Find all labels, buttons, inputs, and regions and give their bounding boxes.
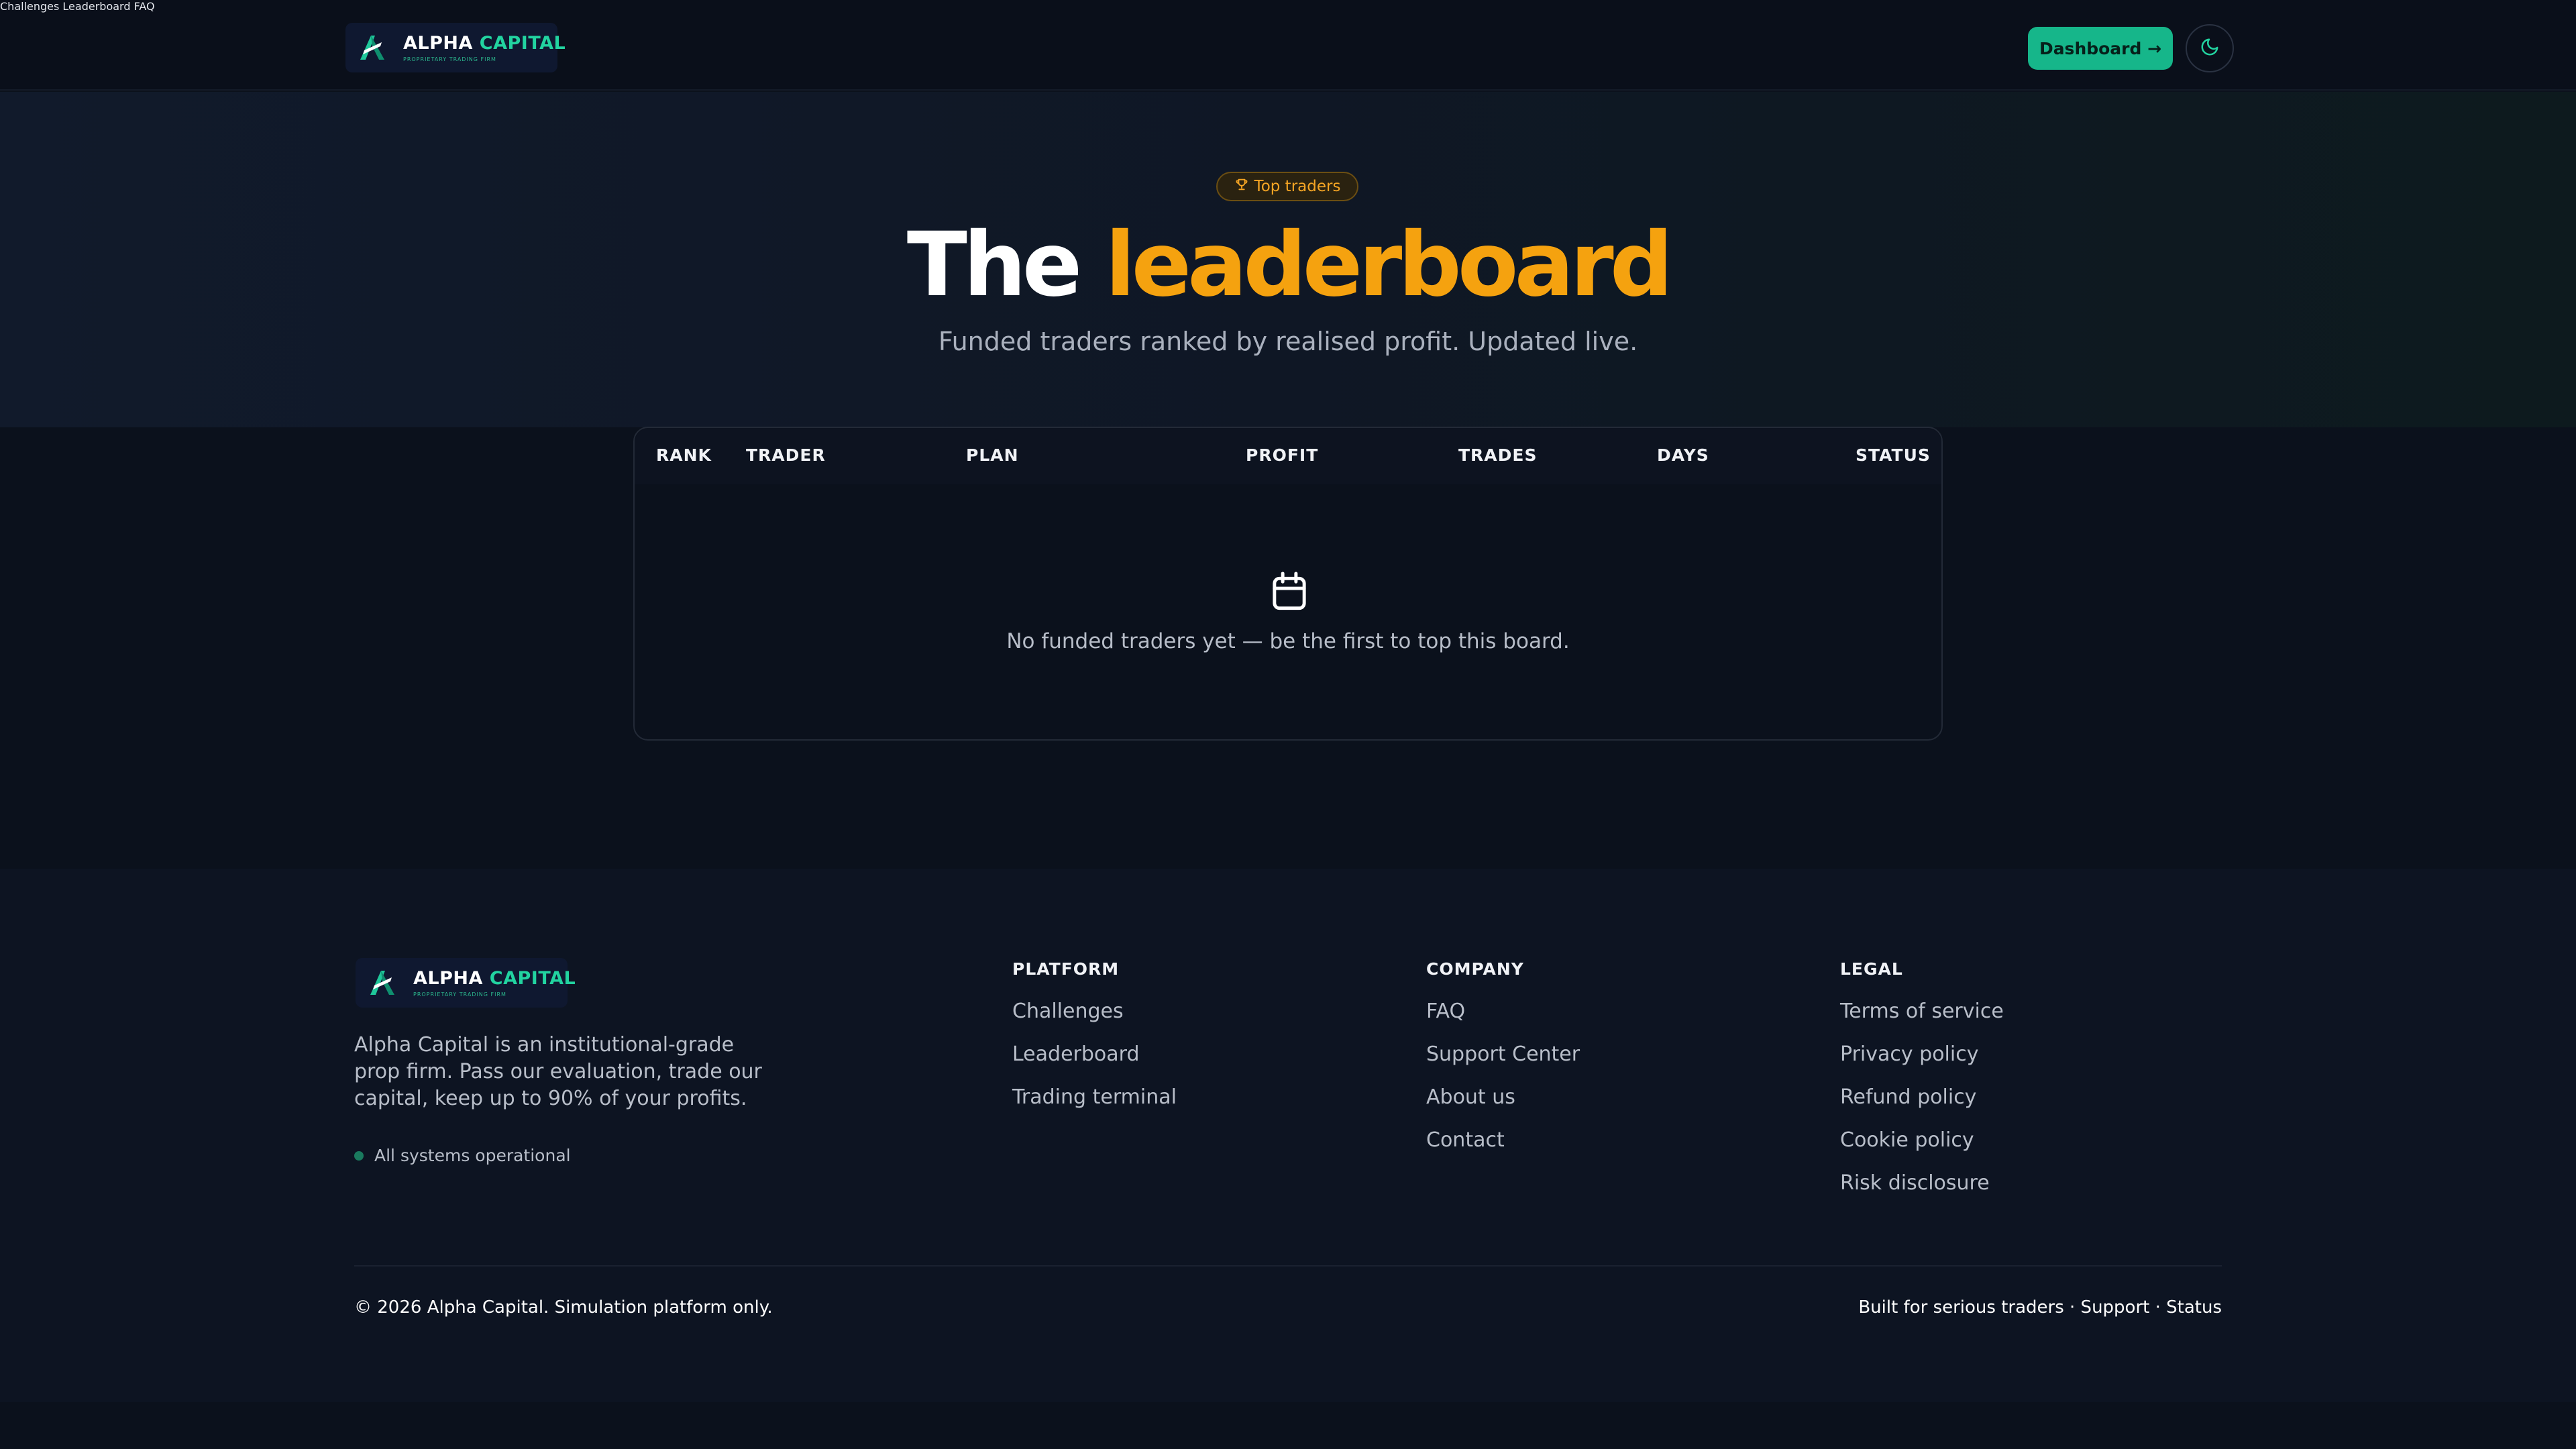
footer-description: Alpha Capital is an institutional-grade … <box>354 1033 762 1110</box>
nav-faq[interactable]: FAQ <box>134 0 155 13</box>
footer-heading-legal: LEGAL <box>1840 959 1903 979</box>
moon-icon <box>2200 37 2220 60</box>
column-header-rank[interactable]: RANK <box>656 445 712 465</box>
page-bottom-strip <box>0 1402 2576 1449</box>
nav-challenges[interactable]: Challenges <box>0 0 59 13</box>
footer-link-challenges[interactable]: Challenges <box>1012 1000 1124 1023</box>
main-nav: Challenges Leaderboard FAQ <box>0 0 2576 13</box>
dashboard-button[interactable]: Dashboard → <box>2028 27 2173 70</box>
nav-leaderboard[interactable]: Leaderboard <box>62 0 130 13</box>
page-title: The leaderboard <box>0 213 2576 317</box>
title-word-the: The <box>906 213 1083 317</box>
brand-name-first: ALPHA <box>403 33 473 54</box>
empty-state-message: No funded traders yet — be the first to … <box>1006 629 1570 653</box>
footer-heading-platform: PLATFORM <box>1012 959 1120 979</box>
page-subtitle: Funded traders ranked by realised profit… <box>938 327 1638 356</box>
footer-link-trading-terminal[interactable]: Trading terminal <box>1012 1085 1177 1109</box>
footer-link-risk-disclosure[interactable]: Risk disclosure <box>1840 1171 1990 1195</box>
column-header-days[interactable]: DAYS <box>1657 445 1709 465</box>
brand-tagline: PROPRIETARY TRADING FIRM <box>403 56 496 62</box>
top-traders-badge: Top traders <box>1216 172 1358 201</box>
copyright-text: © 2026 Alpha Capital. Simulation platfor… <box>354 1297 773 1318</box>
alpha-logo-icon <box>361 961 404 1004</box>
column-header-profit[interactable]: PROFIT <box>1246 445 1318 465</box>
footer-link-privacy[interactable]: Privacy policy <box>1840 1042 1978 1066</box>
brand-tagline: PROPRIETARY TRADING FIRM <box>413 991 506 998</box>
leaderboard-table: RANK TRADER PLAN PROFIT TRADES DAYS STAT… <box>633 427 1943 741</box>
footer-link-support-center[interactable]: Support Center <box>1426 1042 1580 1066</box>
footer-link-about-us[interactable]: About us <box>1426 1085 1515 1109</box>
theme-toggle-button[interactable] <box>2186 24 2234 72</box>
system-status[interactable]: All systems operational <box>354 1146 571 1165</box>
calendar-icon <box>1269 570 1309 613</box>
footer-link-leaderboard[interactable]: Leaderboard <box>1012 1042 1140 1066</box>
badge-label: Top traders <box>1254 178 1341 195</box>
footer-bottom-links[interactable]: Built for serious traders · Support · St… <box>1858 1297 2222 1318</box>
footer-link-refund[interactable]: Refund policy <box>1840 1085 1976 1109</box>
brand-logo[interactable]: ALPHA CAPITAL PROPRIETARY TRADING FIRM <box>345 23 566 72</box>
brand-name-first: ALPHA <box>413 968 483 989</box>
status-dot-icon <box>354 1150 364 1161</box>
footer-brand-logo[interactable]: ALPHA CAPITAL PROPRIETARY TRADING FIRM <box>356 958 576 1008</box>
footer-link-cookie[interactable]: Cookie policy <box>1840 1128 1974 1152</box>
footer-link-contact[interactable]: Contact <box>1426 1128 1505 1152</box>
table-header: RANK TRADER PLAN PROFIT TRADES DAYS STAT… <box>635 428 1941 484</box>
column-header-trades[interactable]: TRADES <box>1458 445 1538 465</box>
column-header-trader[interactable]: TRADER <box>746 445 826 465</box>
footer-heading-company: COMPANY <box>1426 959 1524 979</box>
status-label: All systems operational <box>374 1146 571 1165</box>
column-header-status[interactable]: STATUS <box>1856 445 1931 465</box>
brand-name-second: CAPITAL <box>489 968 576 989</box>
brand-name-second: CAPITAL <box>479 33 566 54</box>
site-header: ALPHA CAPITAL PROPRIETARY TRADING FIRM C… <box>0 0 2576 91</box>
column-header-plan[interactable]: PLAN <box>966 445 1019 465</box>
alpha-logo-icon <box>351 26 394 69</box>
footer-divider <box>354 1265 2222 1267</box>
trophy-icon <box>1234 177 1249 196</box>
footer-link-faq[interactable]: FAQ <box>1426 1000 1465 1023</box>
footer-link-terms[interactable]: Terms of service <box>1840 1000 2004 1023</box>
title-word-leaderboard: leaderboard <box>1105 213 1673 317</box>
